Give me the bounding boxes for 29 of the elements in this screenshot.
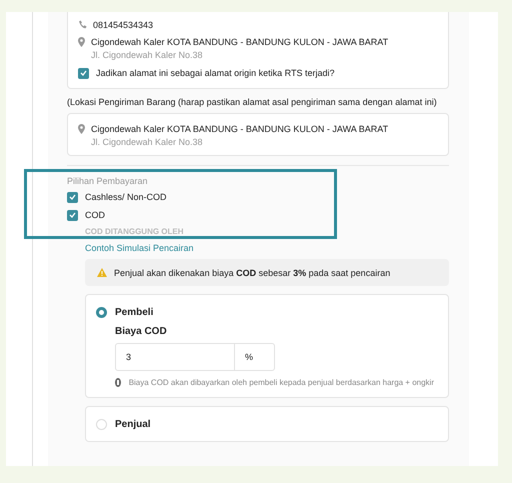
info-icon (115, 378, 121, 387)
checkbox[interactable] (67, 192, 78, 202)
address-text: Cigondewah Kaler KOTA BANDUNG - BANDUNG KULON - JAWA BARAT (91, 124, 388, 134)
phone-number: 081454534343 (93, 20, 154, 30)
checkbox-label: Cashless/ Non-COD (85, 192, 167, 202)
checkbox[interactable] (78, 68, 89, 78)
section-title: Pilihan Pembayaran (67, 176, 148, 188)
address-text: Cigondewah Kaler KOTA BANDUNG - BANDUNG KULON - JAWA BARAT (91, 36, 388, 46)
checkbox-label: Jadikan alamat ini sebagai alamat origin ketika RTS terjadi? (96, 68, 334, 78)
checkbox[interactable] (67, 210, 78, 220)
location-pin-icon (78, 124, 85, 134)
warning-icon (97, 268, 107, 277)
option-label: Penjual (115, 418, 151, 430)
note-text: Biaya COD akan dibayarkan oleh pembeli kepada penjual berdasarkan harga + ongkir (128, 378, 434, 387)
fee-input[interactable]: 3 % (115, 343, 275, 371)
section-title: COD DITANGGUNG OLEH (85, 227, 184, 236)
warning-text: Penjual akan dikenakan biaya COD sebesar 3% pada saat pencairan (114, 268, 390, 278)
option-card[interactable]: Pembeli Biaya COD 3 % Biaya COD akan dibayarkan oleh pembeli kepada penjual berdasarkan harga + ongkir (85, 294, 449, 398)
street-text: Jl. Cigondewah Kaler No.38 (90, 137, 203, 149)
field-label: Biaya COD (115, 326, 167, 337)
checkbox-label: COD (85, 210, 105, 220)
radio-button[interactable] (96, 306, 107, 318)
option-card[interactable]: Penjual (85, 406, 449, 442)
phone-icon (78, 20, 87, 29)
shipping-location-note: (Lokasi Pengiriman Barang (harap pastikan alamat asal pengiriman sama dengan alamat ini) (67, 97, 437, 107)
location-pin-icon (78, 36, 85, 46)
simulation-link[interactable]: Contoh Simulasi Pencairan (85, 243, 194, 253)
option-label: Pembeli (115, 306, 154, 318)
street-text: Jl. Cigondewah Kaler No.38 (90, 50, 203, 62)
